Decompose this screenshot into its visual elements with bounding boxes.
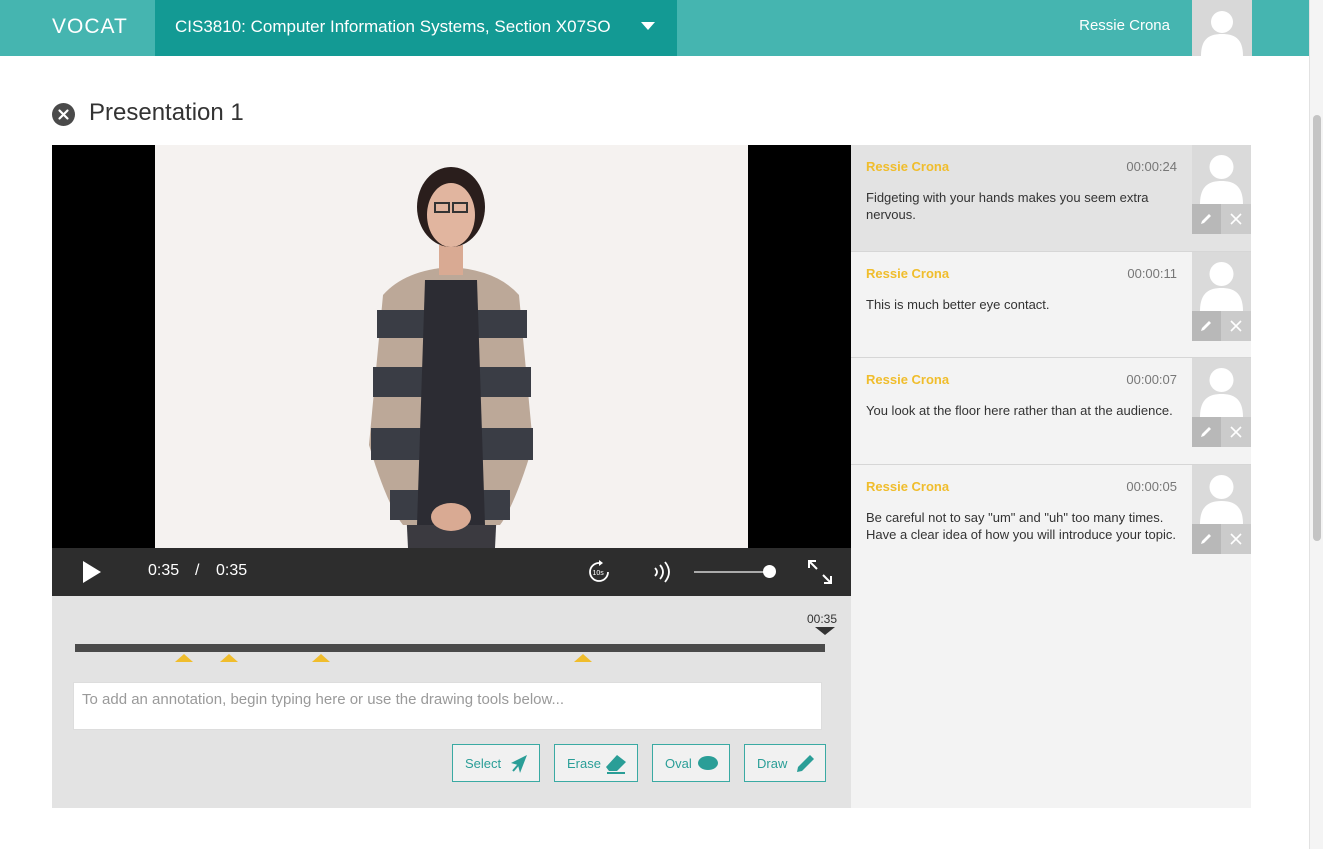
- play-icon[interactable]: [81, 560, 103, 584]
- annotation-input[interactable]: [73, 682, 822, 730]
- erase-tool-button[interactable]: Erase: [554, 744, 638, 782]
- fullscreen-icon[interactable]: [806, 558, 834, 586]
- user-silhouette-icon: [1200, 475, 1243, 524]
- close-icon: [1230, 533, 1242, 545]
- user-silhouette-icon: [1200, 155, 1243, 204]
- delete-comment-button[interactable]: [1221, 204, 1251, 234]
- pencil-icon: [797, 755, 814, 772]
- comments-sidebar: Ressie Crona 00:00:24 Fidgeting with you…: [851, 145, 1251, 808]
- pencil-icon: [1201, 534, 1211, 544]
- comment-timestamp[interactable]: 00:00:24: [1126, 159, 1177, 174]
- comment-item[interactable]: Ressie Crona 00:00:24 Fidgeting with you…: [851, 145, 1251, 252]
- comment-text: Be careful not to say "um" and "uh" too …: [866, 510, 1176, 542]
- course-name: CIS3810: Computer Information Systems, S…: [175, 17, 611, 36]
- oval-icon: [698, 756, 718, 770]
- comment-item[interactable]: Ressie Crona 00:00:07 You look at the fl…: [851, 358, 1251, 465]
- replay-label: 10s: [593, 570, 605, 577]
- chevron-down-icon: [641, 22, 655, 30]
- oval-tool-button[interactable]: Oval: [652, 744, 730, 782]
- close-icon: [1230, 426, 1242, 438]
- user-silhouette-icon: [1200, 262, 1243, 311]
- user-avatar[interactable]: [1192, 0, 1252, 56]
- comment-timestamp[interactable]: 00:00:05: [1126, 479, 1177, 494]
- close-icon: [1230, 320, 1242, 332]
- replay-icon: 10s: [589, 560, 609, 582]
- annotation-marker[interactable]: [220, 654, 238, 662]
- eraser-icon: [606, 755, 626, 774]
- draw-tool-button[interactable]: Draw: [744, 744, 826, 782]
- delete-comment-button[interactable]: [1221, 311, 1251, 341]
- volume-slider[interactable]: [694, 571, 770, 573]
- annotation-marker[interactable]: [312, 654, 330, 662]
- comment-text: Fidgeting with your hands makes you seem…: [866, 190, 1149, 222]
- comment-text: You look at the floor here rather than a…: [866, 403, 1173, 418]
- close-icon: [1230, 213, 1242, 225]
- comment-avatar: [1192, 145, 1251, 204]
- volume-icon[interactable]: [652, 561, 672, 583]
- page-scrollbar[interactable]: [1309, 0, 1323, 849]
- user-silhouette-icon: [1201, 11, 1243, 56]
- comment-author[interactable]: Ressie Crona: [866, 372, 949, 387]
- annotation-marker[interactable]: [574, 654, 592, 662]
- video-frame: [155, 145, 748, 548]
- select-tool-label: Select: [465, 755, 502, 771]
- comment-author[interactable]: Ressie Crona: [866, 159, 949, 174]
- delete-comment-button[interactable]: [1221, 417, 1251, 447]
- edit-comment-button[interactable]: [1192, 311, 1221, 341]
- user-name[interactable]: Ressie Crona: [1079, 17, 1170, 34]
- pencil-icon: [1201, 321, 1211, 331]
- annotation-timeline[interactable]: [75, 644, 825, 652]
- scrollbar-thumb[interactable]: [1313, 115, 1321, 541]
- edit-comment-button[interactable]: [1192, 417, 1221, 447]
- pencil-icon: [1201, 427, 1211, 437]
- vocat-logo[interactable]: VOCAT: [52, 15, 128, 39]
- comment-author[interactable]: Ressie Crona: [866, 266, 949, 281]
- pencil-icon: [1201, 214, 1211, 224]
- oval-tool-label: Oval: [665, 755, 692, 771]
- select-arrow-icon: [511, 755, 527, 773]
- erase-tool-label: Erase: [567, 755, 601, 771]
- presenter-image: [155, 145, 748, 548]
- app-root: VOCAT CIS3810: Computer Information Syst…: [0, 0, 1323, 849]
- playhead-time: 00:35: [807, 612, 838, 626]
- delete-comment-button[interactable]: [1221, 524, 1251, 554]
- comment-item[interactable]: Ressie Crona 00:00:11 This is much bette…: [851, 252, 1251, 358]
- comment-item[interactable]: Ressie Crona 00:00:05 Be careful not to …: [851, 465, 1251, 573]
- page-title: Presentation 1: [89, 99, 244, 126]
- current-time: 0:35: [148, 562, 180, 579]
- duration: 0:35: [216, 562, 248, 579]
- edit-comment-button[interactable]: [1192, 524, 1221, 554]
- comment-avatar: [1192, 358, 1251, 417]
- comment-timestamp[interactable]: 00:00:07: [1126, 372, 1177, 387]
- playhead-arrow-icon[interactable]: [815, 627, 835, 635]
- select-tool-button[interactable]: Select: [452, 744, 540, 782]
- time-separator: /: [195, 562, 200, 579]
- video-controls: 0:35 / 0:35 10s: [52, 548, 851, 596]
- annotation-marker[interactable]: [175, 654, 193, 662]
- comment-avatar: [1192, 252, 1251, 311]
- user-silhouette-icon: [1200, 368, 1243, 417]
- close-presentation-button[interactable]: [52, 103, 75, 126]
- comment-avatar: [1192, 465, 1251, 524]
- close-icon: [58, 109, 69, 120]
- top-navbar: VOCAT CIS3810: Computer Information Syst…: [0, 0, 1309, 56]
- comment-timestamp[interactable]: 00:00:11: [1127, 266, 1177, 281]
- course-selector[interactable]: CIS3810: Computer Information Systems, S…: [155, 0, 677, 56]
- replay-10s-button[interactable]: 10s: [587, 560, 611, 584]
- comment-author[interactable]: Ressie Crona: [866, 479, 949, 494]
- edit-comment-button[interactable]: [1192, 204, 1221, 234]
- volume-slider-handle[interactable]: [763, 565, 776, 578]
- comment-text: This is much better eye contact.: [866, 297, 1050, 312]
- annotation-panel: 00:35 Select Erase Oval: [52, 596, 851, 808]
- video-player[interactable]: [52, 145, 851, 548]
- draw-tool-label: Draw: [757, 755, 788, 771]
